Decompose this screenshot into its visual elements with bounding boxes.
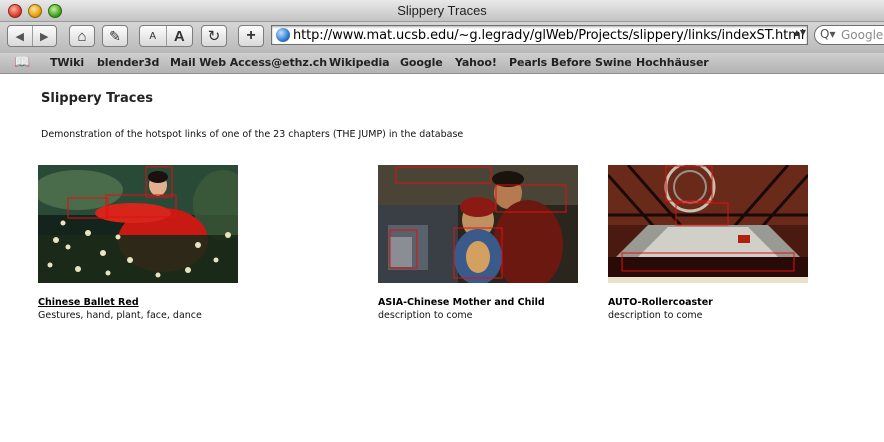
globe-icon: [276, 28, 290, 42]
back-button[interactable]: ◀: [8, 30, 32, 43]
rollercoaster-image: [608, 165, 808, 283]
search-icon[interactable]: Q▾: [820, 27, 835, 41]
search-field[interactable]: Q▾ Google: [814, 25, 884, 45]
bookmark-twiki[interactable]: TWiki: [50, 56, 84, 69]
bookmark-hochhauser[interactable]: Hochhäuser: [636, 56, 709, 69]
bookmark-mail-web-access[interactable]: Mail Web Access@ethz.ch: [170, 56, 327, 69]
page-content: Slippery Traces Demonstration of the hot…: [0, 75, 884, 442]
bookmark-yahoo[interactable]: Yahoo!: [455, 56, 497, 69]
text-size-buttons: A A: [139, 25, 193, 47]
mother-child-image: [378, 165, 578, 283]
page-intro: Demonstration of the hotspot links of on…: [41, 129, 464, 140]
title-mother-and-child: ASIA-Chinese Mother and Child: [378, 297, 545, 308]
url-text[interactable]: http://www.mat.ucsb.edu/~g.legrady/glWeb…: [293, 28, 804, 43]
thumbnail-rollercoaster[interactable]: [608, 165, 808, 283]
bookmark-google[interactable]: Google: [400, 56, 443, 69]
bookmark-edit-button[interactable]: ✎: [102, 25, 128, 47]
bookmark-blender3d[interactable]: blender3d: [97, 56, 159, 69]
forward-button[interactable]: ▶: [33, 30, 57, 43]
reload-icon: ↻: [207, 28, 221, 45]
reload-button[interactable]: ↻: [201, 25, 227, 47]
home-button[interactable]: ⌂: [69, 25, 95, 47]
window-titlebar: Slippery Traces: [0, 0, 884, 22]
url-dropdown-icon[interactable]: ▲▼: [794, 28, 806, 37]
text-smaller-button[interactable]: A: [140, 31, 166, 42]
bookmarks-bar: 📖 TWiki blender3d Mail Web Access@ethz.c…: [0, 53, 884, 74]
description-rollercoaster: description to come: [608, 310, 703, 321]
description-mother-and-child: description to come: [378, 310, 473, 321]
home-icon: ⌂: [77, 27, 87, 45]
pencil-icon: ✎: [109, 27, 121, 44]
thumbnail-mother-and-child[interactable]: [378, 165, 578, 283]
title-rollercoaster: AUTO-Rollercoaster: [608, 297, 713, 308]
ballet-image: [38, 165, 238, 283]
address-bar[interactable]: http://www.mat.ucsb.edu/~g.legrady/glWeb…: [271, 25, 808, 45]
add-bookmark-button[interactable]: +: [238, 25, 264, 47]
back-forward-buttons: ◀ ▶: [7, 25, 57, 47]
bookmark-wikipedia[interactable]: Wikipedia: [329, 56, 390, 69]
book-icon[interactable]: 📖: [14, 55, 30, 70]
thumbnail-chinese-ballet-red[interactable]: [38, 165, 238, 283]
bookmark-pearls-before-swine[interactable]: Pearls Before Swine: [509, 56, 632, 69]
plus-icon: +: [246, 27, 256, 44]
text-bigger-button[interactable]: A: [167, 28, 193, 45]
window-title: Slippery Traces: [397, 3, 487, 18]
link-chinese-ballet-red[interactable]: Chinese Ballet Red: [38, 297, 139, 308]
description-chinese-ballet-red: Gestures, hand, plant, face, dance: [38, 310, 202, 321]
page-title: Slippery Traces: [41, 91, 153, 106]
search-placeholder: Google: [841, 28, 884, 42]
